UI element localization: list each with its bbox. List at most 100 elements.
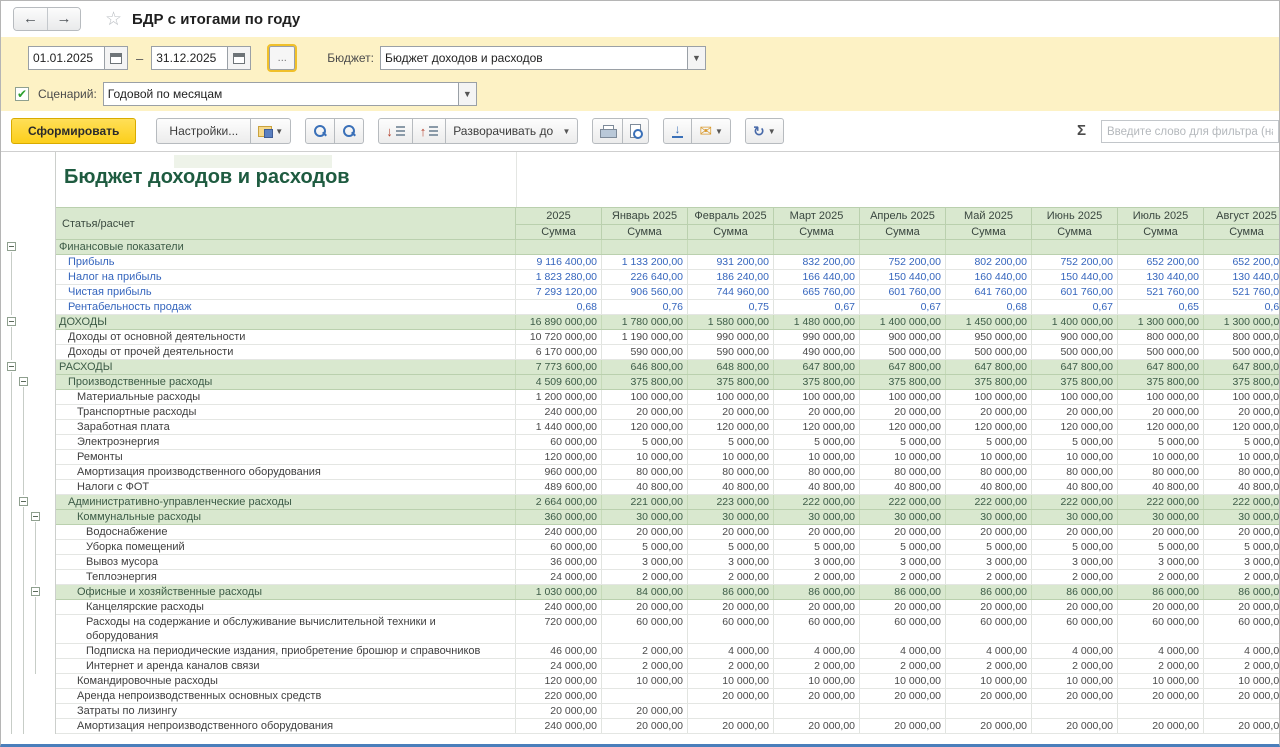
value-cell[interactable]: 10 720 000,00 (516, 330, 602, 344)
value-cell[interactable]: 990 000,00 (688, 330, 774, 344)
value-cell[interactable]: 86 000,00 (1032, 585, 1118, 599)
value-cell[interactable]: 100 000,00 (946, 390, 1032, 404)
value-cell[interactable]: 221 000,00 (602, 495, 688, 509)
value-cell[interactable]: 2 000,00 (602, 659, 688, 673)
value-cell[interactable]: 120 000,00 (1118, 420, 1204, 434)
value-cell[interactable]: 3 000,00 (860, 555, 946, 569)
value-cell[interactable]: 20 000,00 (1204, 600, 1279, 614)
value-cell[interactable]: 646 800,00 (602, 360, 688, 374)
value-cell[interactable]: 80 000,00 (1118, 465, 1204, 479)
value-cell[interactable]: 3 000,00 (946, 555, 1032, 569)
value-cell[interactable]: 7 293 120,00 (516, 285, 602, 299)
value-cell[interactable]: 222 000,00 (1204, 495, 1279, 509)
value-cell[interactable]: 0,68 (946, 300, 1032, 314)
value-cell[interactable] (688, 704, 774, 718)
value-cell[interactable]: 20 000,00 (688, 689, 774, 703)
value-cell[interactable]: 80 000,00 (602, 465, 688, 479)
collapse-group-box[interactable] (19, 377, 28, 386)
value-cell[interactable]: 1 780 000,00 (602, 315, 688, 329)
value-cell[interactable]: 86 000,00 (1118, 585, 1204, 599)
value-cell[interactable]: 60 000,00 (602, 615, 688, 643)
value-cell[interactable]: 2 000,00 (602, 570, 688, 584)
value-cell[interactable]: 20 000,00 (1032, 689, 1118, 703)
value-cell[interactable]: 80 000,00 (860, 465, 946, 479)
value-cell[interactable]: 20 000,00 (516, 704, 602, 718)
value-cell[interactable]: 80 000,00 (1204, 465, 1279, 479)
row-label-cell[interactable]: ДОХОДЫ (56, 315, 516, 329)
value-cell[interactable]: 10 000,00 (860, 450, 946, 464)
value-cell[interactable]: 30 000,00 (774, 510, 860, 524)
value-cell[interactable]: 100 000,00 (774, 390, 860, 404)
period-more-button[interactable]: ... (269, 46, 295, 70)
value-cell[interactable]: 24 000,00 (516, 659, 602, 673)
value-cell[interactable]: 752 200,00 (860, 255, 946, 269)
value-cell[interactable]: 490 000,00 (774, 345, 860, 359)
value-cell[interactable]: 80 000,00 (946, 465, 1032, 479)
value-cell[interactable]: 375 800,00 (602, 375, 688, 389)
value-cell[interactable]: 130 440,00 (1118, 270, 1204, 284)
value-cell[interactable]: 30 000,00 (946, 510, 1032, 524)
collapse-group-box[interactable] (31, 512, 40, 521)
value-cell[interactable]: 36 000,00 (516, 555, 602, 569)
row-label-cell[interactable]: Доходы от основной деятельности (56, 330, 516, 344)
value-cell[interactable]: 900 000,00 (860, 330, 946, 344)
row-label-cell[interactable]: Налог на прибыль (56, 270, 516, 284)
value-cell[interactable]: 20 000,00 (1118, 689, 1204, 703)
value-cell[interactable] (946, 704, 1032, 718)
value-cell[interactable]: 120 000,00 (1032, 420, 1118, 434)
value-cell[interactable]: 40 800,00 (1118, 480, 1204, 494)
value-cell[interactable]: 720 000,00 (516, 615, 602, 643)
value-cell[interactable]: 186 240,00 (688, 270, 774, 284)
value-cell[interactable]: 10 000,00 (860, 674, 946, 688)
value-cell[interactable]: 20 000,00 (602, 525, 688, 539)
value-cell[interactable] (1032, 704, 1118, 718)
value-cell[interactable]: 1 190 000,00 (602, 330, 688, 344)
value-cell[interactable]: 20 000,00 (774, 405, 860, 419)
value-cell[interactable]: 1 400 000,00 (860, 315, 946, 329)
row-label-cell[interactable]: Вывоз мусора (56, 555, 516, 569)
value-cell[interactable]: 0,67 (1032, 300, 1118, 314)
value-cell[interactable]: 802 200,00 (946, 255, 1032, 269)
value-cell[interactable]: 10 000,00 (774, 450, 860, 464)
calendar-button[interactable] (104, 46, 128, 70)
value-cell[interactable]: 5 000,00 (602, 435, 688, 449)
value-cell[interactable]: 4 000,00 (688, 644, 774, 658)
value-cell[interactable]: 240 000,00 (516, 525, 602, 539)
value-cell[interactable]: 10 000,00 (774, 674, 860, 688)
expand-to-button[interactable]: Разворачивать до ▼ (446, 118, 578, 144)
value-cell[interactable]: 30 000,00 (1032, 510, 1118, 524)
scenario-dropdown-button[interactable]: ▼ (458, 82, 477, 106)
value-cell[interactable]: 20 000,00 (602, 405, 688, 419)
value-cell[interactable]: 60 000,00 (946, 615, 1032, 643)
value-cell[interactable]: 80 000,00 (774, 465, 860, 479)
back-button[interactable]: ← (14, 8, 47, 30)
value-cell[interactable]: 652 200,00 (1118, 255, 1204, 269)
value-cell[interactable]: 2 000,00 (774, 570, 860, 584)
value-cell[interactable]: 10 000,00 (602, 450, 688, 464)
value-cell[interactable]: 2 000,00 (860, 570, 946, 584)
value-cell[interactable]: 665 760,00 (774, 285, 860, 299)
value-cell[interactable]: 647 800,00 (1204, 360, 1279, 374)
value-cell[interactable]: 20 000,00 (774, 689, 860, 703)
value-cell[interactable]: 120 000,00 (774, 420, 860, 434)
value-cell[interactable]: 990 000,00 (774, 330, 860, 344)
value-cell[interactable] (688, 240, 774, 254)
value-cell[interactable]: 832 200,00 (774, 255, 860, 269)
row-label-cell[interactable]: Доходы от прочей деятельности (56, 345, 516, 359)
row-label-cell[interactable]: Материальные расходы (56, 390, 516, 404)
value-cell[interactable]: 240 000,00 (516, 600, 602, 614)
row-label-cell[interactable]: Интернет и аренда каналов связи (56, 659, 516, 673)
value-cell[interactable]: 20 000,00 (1204, 719, 1279, 733)
value-cell[interactable]: 489 600,00 (516, 480, 602, 494)
value-cell[interactable]: 4 509 600,00 (516, 375, 602, 389)
value-cell[interactable]: 222 000,00 (774, 495, 860, 509)
refresh-button[interactable]: ↻▼ (745, 118, 784, 144)
row-label-cell[interactable]: Транспортные расходы (56, 405, 516, 419)
value-cell[interactable]: 10 000,00 (1204, 674, 1279, 688)
value-cell[interactable]: 40 800,00 (860, 480, 946, 494)
value-cell[interactable]: 960 000,00 (516, 465, 602, 479)
send-mail-button[interactable]: ✉▼ (692, 118, 731, 144)
value-cell[interactable]: 10 000,00 (688, 450, 774, 464)
value-cell[interactable]: 20 000,00 (688, 525, 774, 539)
row-label-cell[interactable]: Командировочные расходы (56, 674, 516, 688)
